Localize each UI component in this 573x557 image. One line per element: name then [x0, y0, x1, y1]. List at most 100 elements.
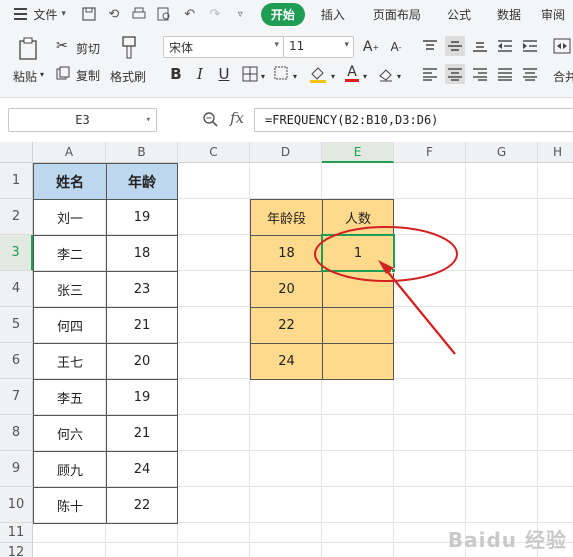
empty-cell[interactable]	[250, 487, 322, 523]
empty-cell[interactable]	[178, 235, 250, 271]
empty-cell[interactable]	[466, 307, 538, 343]
empty-cell[interactable]	[538, 307, 573, 343]
empty-cell[interactable]	[466, 199, 538, 235]
empty-cell[interactable]	[178, 343, 250, 379]
formula-input[interactable]: =FREQUENCY(B2:B10,D3:D6)	[254, 108, 573, 132]
empty-cell[interactable]	[394, 379, 466, 415]
cell-a3[interactable]: 李二	[33, 235, 107, 272]
cut-icon[interactable]: ✂	[56, 38, 68, 54]
cell-a1[interactable]: 姓名	[33, 163, 107, 200]
font-color-dropdown-icon[interactable]: ▾	[360, 66, 370, 86]
cell-e5[interactable]	[322, 307, 394, 344]
empty-cell[interactable]	[466, 271, 538, 307]
cell-a7[interactable]: 李五	[33, 379, 107, 416]
empty-cell[interactable]	[466, 235, 538, 271]
empty-cell[interactable]	[466, 163, 538, 199]
empty-cell[interactable]	[106, 523, 178, 543]
cell-b4[interactable]: 23	[106, 271, 178, 308]
print-icon[interactable]	[131, 6, 146, 22]
cell-a4[interactable]: 张三	[33, 271, 107, 308]
cell-a10[interactable]: 陈十	[33, 487, 107, 524]
cell-e6[interactable]	[322, 343, 394, 380]
cell-e4[interactable]	[322, 271, 394, 308]
clear-format-icon[interactable]	[376, 64, 396, 84]
name-box[interactable]: E3 ▾	[8, 108, 157, 132]
tab-formulas[interactable]: 公式	[433, 6, 485, 23]
merge-center-button[interactable]: 合并	[553, 68, 573, 85]
format-painter-button[interactable]: 格式刷	[110, 68, 146, 85]
empty-cell[interactable]	[250, 543, 322, 557]
row-header-11[interactable]: 11	[0, 523, 33, 543]
empty-cell[interactable]	[178, 415, 250, 451]
format-painter-icon[interactable]	[118, 34, 140, 62]
empty-cell[interactable]	[538, 379, 573, 415]
tab-page-layout[interactable]: 页面布局	[361, 6, 433, 23]
empty-cell[interactable]	[178, 199, 250, 235]
indent-decrease-icon[interactable]	[495, 36, 515, 56]
font-size-select[interactable]: 11 ▾	[283, 36, 354, 58]
cell-b6[interactable]: 20	[106, 343, 178, 380]
bold-icon[interactable]: B	[166, 64, 186, 84]
empty-cell[interactable]	[250, 379, 322, 415]
empty-cell[interactable]	[538, 163, 573, 199]
column-header-f[interactable]: F	[394, 142, 466, 163]
zoom-icon[interactable]	[202, 111, 218, 127]
column-header-c[interactable]: C	[178, 142, 250, 163]
file-menu[interactable]: 文件	[33, 6, 61, 23]
empty-cell[interactable]	[322, 523, 394, 543]
empty-cell[interactable]	[466, 451, 538, 487]
save-icon[interactable]	[81, 6, 96, 22]
cell-b2[interactable]: 19	[106, 199, 178, 236]
empty-cell[interactable]	[322, 415, 394, 451]
select-all-corner[interactable]	[0, 142, 33, 163]
cell-b9[interactable]: 24	[106, 451, 178, 488]
spreadsheet-grid[interactable]: A B C D E F G H 1 2 3 4 5 6 7 8 9 10 11 …	[0, 142, 573, 557]
empty-cell[interactable]	[466, 487, 538, 523]
empty-cell[interactable]	[322, 543, 394, 557]
cell-e3[interactable]: 1	[322, 235, 394, 272]
empty-cell[interactable]	[322, 379, 394, 415]
border-icon[interactable]	[240, 64, 260, 84]
fx-icon[interactable]: fx	[230, 109, 244, 127]
row-header-12[interactable]: 12	[0, 543, 33, 557]
chevron-down-icon[interactable]: ▾	[61, 9, 66, 19]
paste-dropdown-icon[interactable]: ▾	[40, 70, 44, 79]
font-color-icon[interactable]: A	[342, 63, 362, 83]
paste-button[interactable]	[14, 36, 44, 62]
empty-cell[interactable]	[178, 271, 250, 307]
empty-cell[interactable]	[394, 415, 466, 451]
print-preview-icon[interactable]	[157, 6, 172, 22]
align-middle-icon[interactable]	[445, 36, 465, 56]
cell-b10[interactable]: 22	[106, 487, 178, 524]
column-header-e[interactable]: E	[322, 142, 394, 163]
copy-icon[interactable]	[56, 66, 70, 83]
cell-b3[interactable]: 18	[106, 235, 178, 272]
cell-e2[interactable]: 人数	[322, 199, 394, 236]
empty-cell[interactable]	[394, 199, 466, 235]
empty-cell[interactable]	[538, 235, 573, 271]
border-dropdown-icon[interactable]: ▾	[258, 66, 268, 86]
cell-b5[interactable]: 21	[106, 307, 178, 344]
cell-d6[interactable]: 24	[250, 343, 323, 380]
empty-cell[interactable]	[250, 523, 322, 543]
row-header-9[interactable]: 9	[0, 451, 33, 487]
empty-cell[interactable]	[250, 415, 322, 451]
empty-cell[interactable]	[538, 199, 573, 235]
fill-handle[interactable]	[391, 268, 396, 273]
column-header-h[interactable]: H	[538, 142, 573, 163]
distributed-align-icon[interactable]	[520, 64, 540, 84]
row-header-1[interactable]: 1	[0, 163, 33, 199]
empty-cell[interactable]	[466, 415, 538, 451]
decrease-font-icon[interactable]: A-	[386, 37, 406, 57]
column-header-a[interactable]: A	[33, 142, 106, 163]
row-header-7[interactable]: 7	[0, 379, 33, 415]
font-name-select[interactable]: 宋体 ▾	[163, 36, 284, 58]
empty-cell[interactable]	[394, 163, 466, 199]
empty-cell[interactable]	[538, 343, 573, 379]
align-center-icon[interactable]	[445, 64, 465, 84]
tab-insert[interactable]: 插入	[305, 6, 361, 23]
justify-icon[interactable]	[495, 64, 515, 84]
empty-cell[interactable]	[394, 271, 466, 307]
align-bottom-icon[interactable]	[470, 36, 490, 56]
empty-cell[interactable]	[178, 523, 250, 543]
